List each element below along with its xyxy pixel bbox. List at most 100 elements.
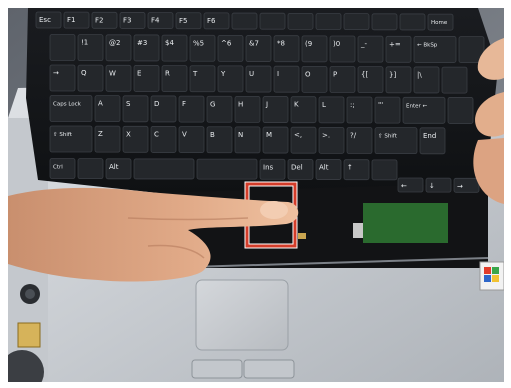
key-label: A [98, 100, 103, 108]
key-label: Caps Lock [53, 102, 82, 108]
key-label: >. [322, 131, 330, 139]
photo: Esc F1 F2 F3 F4 F5 F6 Home !1 @2 #3 $4 %5 ^6 &7 *8 (9)0 _… [0, 0, 511, 388]
key-label: Del [291, 163, 303, 171]
key-label: F2 [95, 16, 103, 24]
touchpad [195, 279, 289, 351]
key [402, 96, 446, 124]
circuit-board [363, 203, 448, 243]
key [374, 127, 418, 155]
key-label: E [137, 69, 141, 77]
key-label: F1 [67, 16, 75, 24]
key-label: )0 [333, 40, 340, 48]
key [287, 12, 314, 30]
key [413, 36, 457, 63]
key-label: }] [389, 71, 396, 79]
key-label: F6 [207, 17, 216, 25]
key-label: ← BkSp [417, 42, 438, 48]
key-label: → [457, 182, 463, 190]
key-label: F4 [151, 17, 160, 25]
key-label: Ins [263, 163, 274, 171]
key-label: (9 [305, 40, 312, 48]
key-label: ← [401, 182, 407, 190]
key-label: S [126, 100, 131, 108]
key-label: {[ [361, 71, 368, 79]
key-label: Ctrl [53, 165, 63, 171]
key-label: F3 [123, 16, 131, 24]
key-label: *8 [277, 40, 285, 48]
key-label: M [266, 131, 272, 139]
key-label: += [389, 40, 401, 48]
key-label: &7 [249, 40, 259, 48]
key-label: J [265, 101, 268, 109]
key-label: End [423, 132, 436, 140]
key-label: Home [431, 20, 448, 26]
key-label: "' [378, 101, 383, 109]
key-label: !1 [81, 39, 88, 47]
touchpad-left-button [191, 359, 243, 379]
key-label: Enter ← [406, 103, 428, 109]
win-flag-green [492, 267, 499, 274]
key-label: K [294, 101, 299, 109]
key-label: @2 [109, 39, 120, 47]
key-label: X [126, 130, 131, 138]
key-label: → [53, 69, 59, 77]
key [343, 13, 370, 31]
key-label: P [333, 71, 337, 79]
key-label: $4 [165, 39, 174, 47]
key-label: R [165, 70, 170, 78]
small-component [298, 233, 306, 239]
key [196, 158, 258, 180]
key-label: U [249, 70, 254, 78]
key-label: F [182, 100, 186, 108]
key-label: N [238, 131, 243, 139]
key-label: <, [294, 131, 302, 139]
key-label: ⇧ Shift [378, 133, 398, 140]
key [259, 12, 286, 30]
key [371, 159, 398, 181]
key-label: Z [98, 130, 103, 138]
key-label: C [154, 130, 159, 138]
win-flag-yellow [492, 275, 499, 282]
key [231, 12, 258, 30]
key [447, 97, 474, 124]
key [49, 95, 93, 122]
key-label: #3 [137, 39, 147, 47]
key-label: Alt [319, 164, 329, 172]
intel-sticker [17, 322, 41, 348]
key-label: Esc [39, 16, 51, 24]
key-label: |\ [417, 71, 422, 79]
power-button-inner [25, 289, 35, 299]
connector [353, 223, 363, 238]
key-label: V [182, 131, 187, 139]
key [315, 13, 342, 30]
laptop-photo: Esc F1 F2 F3 F4 F5 F6 Home !1 @2 #3 $4 %5 ^6 &7 *8 (9)0 _… [8, 8, 504, 382]
key-label: :; [350, 101, 355, 109]
key-label: W [109, 69, 116, 77]
key-label: ↑ [347, 164, 353, 172]
win-flag-blue [484, 275, 491, 282]
key-label: ^6 [221, 39, 232, 47]
key-label: %5 [193, 39, 204, 47]
key-label: ↓ [429, 182, 435, 190]
key-label: G [210, 100, 215, 108]
key [49, 34, 76, 61]
photo-frame: Esc F1 F2 F3 F4 F5 F6 Home !1 @2 #3 $4 %5 ^6 &7 *8 (9)0 _… [8, 8, 504, 382]
win-flag-red [484, 267, 491, 274]
key [441, 66, 468, 94]
key-label: T [192, 70, 198, 78]
key-label: O [305, 70, 311, 78]
key-label: Q [81, 69, 87, 77]
key-label: ⇧ Shift [53, 131, 73, 138]
key-label: Alt [109, 163, 119, 171]
key [133, 158, 195, 180]
touchpad-right-button [243, 359, 295, 379]
key-label: ?/ [350, 132, 357, 140]
key-label: Y [220, 70, 226, 78]
key [77, 158, 104, 180]
key-label: B [210, 131, 215, 139]
key-label: D [154, 100, 159, 108]
key-label: F5 [179, 17, 187, 25]
key [49, 125, 93, 153]
key-label: I [277, 70, 279, 78]
fingernail [260, 201, 288, 219]
